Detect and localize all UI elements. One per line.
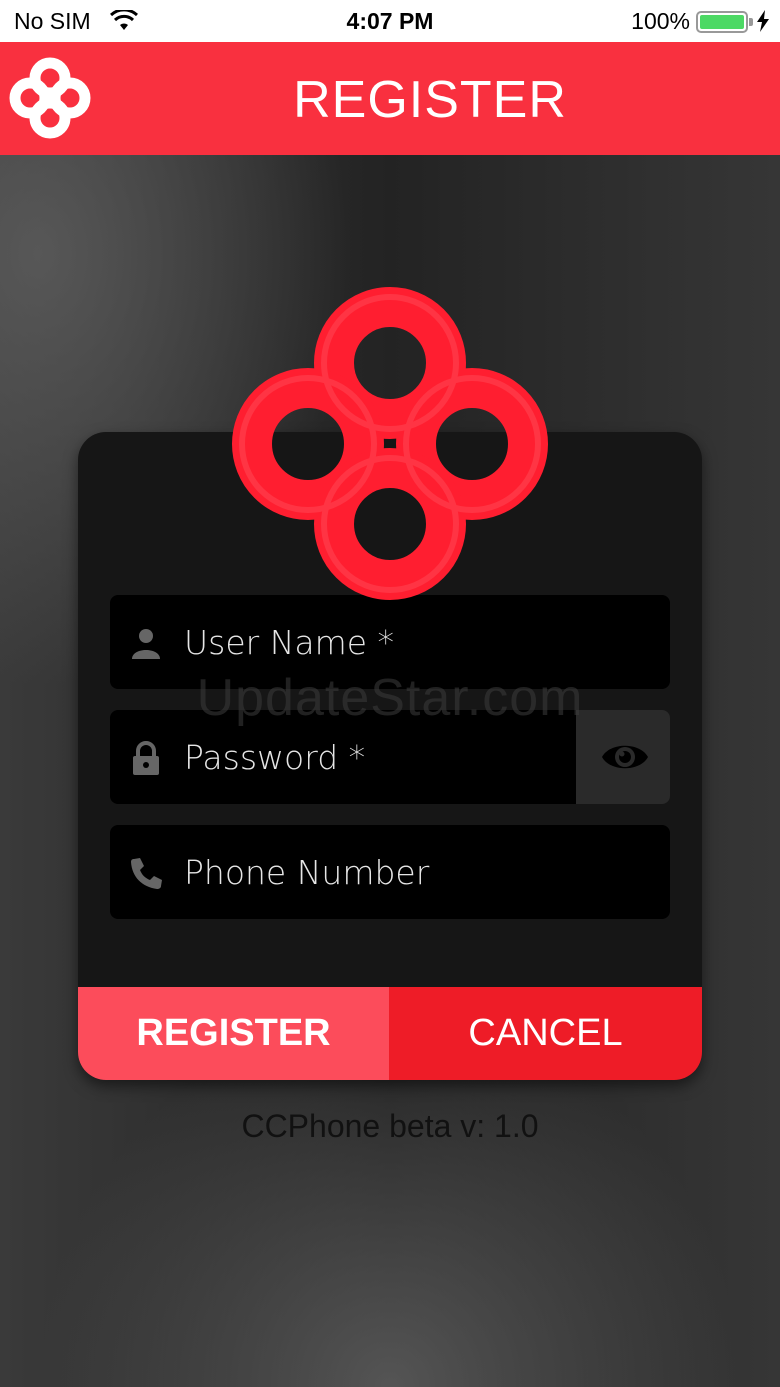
battery-tip xyxy=(749,18,753,26)
charging-icon xyxy=(757,10,769,32)
battery-icon xyxy=(696,11,748,33)
status-bar: No SIM 4:07 PM 100% xyxy=(0,0,780,42)
password-placeholder: Password * xyxy=(184,738,366,777)
lock-icon xyxy=(133,741,159,775)
username-placeholder: User Name * xyxy=(184,623,395,662)
page-title: REGISTER xyxy=(293,71,567,129)
eye-icon xyxy=(602,745,648,769)
register-button[interactable]: REGISTER xyxy=(78,987,389,1080)
app-header: REGISTER xyxy=(0,42,780,155)
cancel-button[interactable]: CANCEL xyxy=(389,987,702,1080)
phone-icon xyxy=(131,858,162,889)
brand-logo xyxy=(232,287,548,600)
button-row: REGISTER CANCEL xyxy=(78,987,702,1080)
battery-percentage: 100% xyxy=(631,8,690,34)
phone-field[interactable]: Phone Number xyxy=(110,825,670,919)
version-label: CCPhone beta v: 1.0 xyxy=(241,1108,539,1144)
person-icon xyxy=(132,629,160,659)
phone-placeholder: Phone Number xyxy=(184,853,430,892)
watermark: UpdateStar.com xyxy=(196,669,584,727)
